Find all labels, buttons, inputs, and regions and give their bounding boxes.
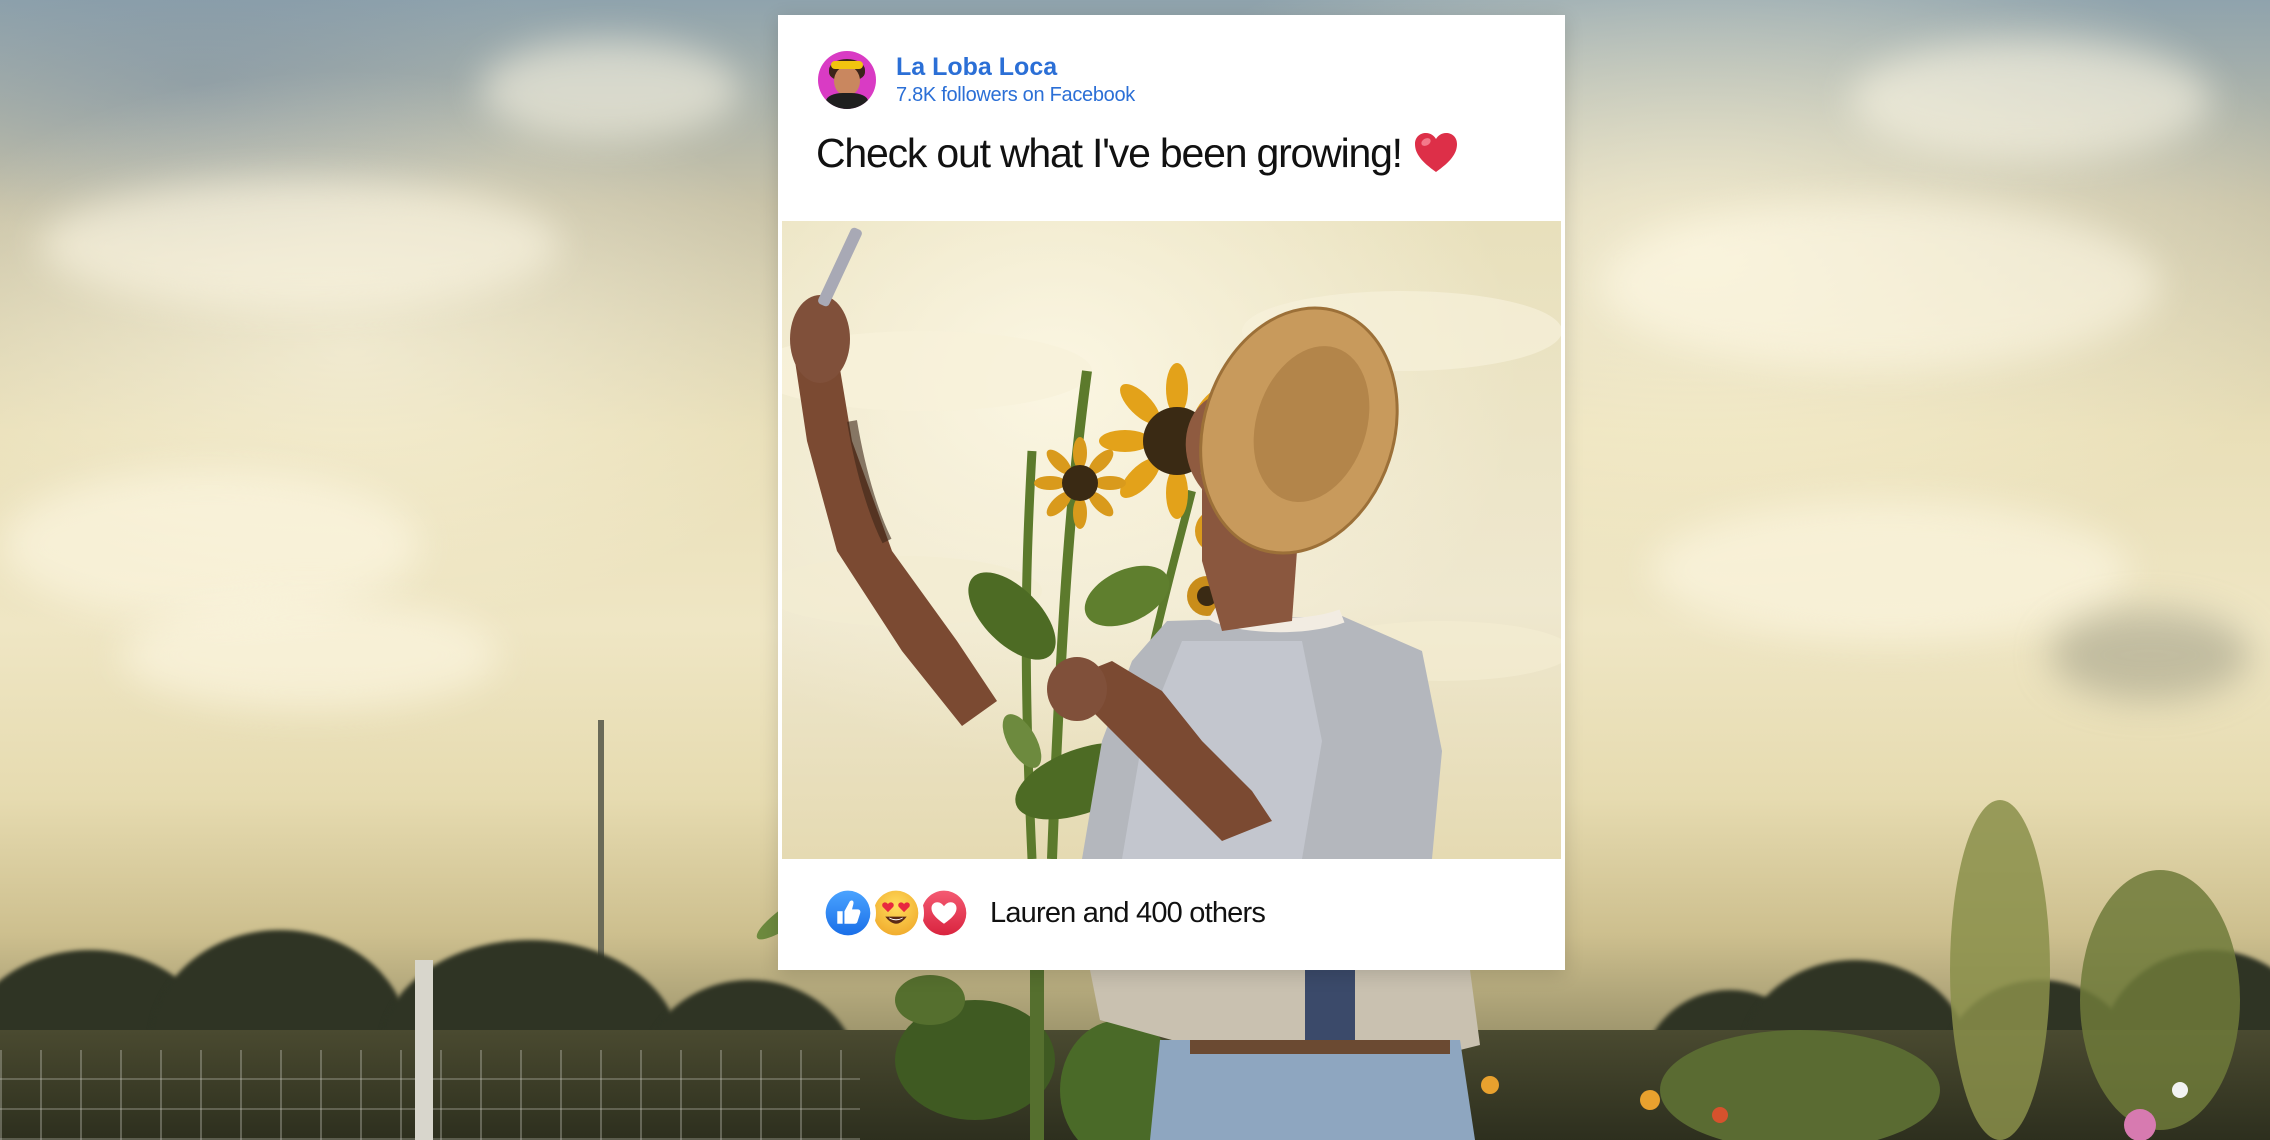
love-eyes-icon[interactable] <box>868 885 924 941</box>
post-caption: Check out what I've been growing! <box>816 125 1460 181</box>
reaction-icons[interactable] <box>820 885 972 941</box>
post-caption-text: Check out what I've been growing! <box>816 130 1403 176</box>
author-info: La Loba Loca 7.8K followers on Facebook <box>896 52 1135 108</box>
heart-icon[interactable] <box>916 885 972 941</box>
heart-emoji-icon <box>1414 133 1457 172</box>
author-avatar[interactable] <box>818 51 876 109</box>
post-photo[interactable] <box>782 221 1561 859</box>
author-name-link[interactable]: La Loba Loca <box>896 52 1135 82</box>
like-icon[interactable] <box>820 885 876 941</box>
post-header: La Loba Loca 7.8K followers on Facebook <box>818 51 1135 109</box>
author-followers: 7.8K followers on Facebook <box>896 84 1136 106</box>
post-reactions-bar: Lauren and 400 others <box>820 885 1266 941</box>
reaction-summary-text[interactable]: Lauren and 400 others <box>990 897 1266 930</box>
social-post-card: La Loba Loca 7.8K followers on Facebook … <box>778 15 1565 970</box>
